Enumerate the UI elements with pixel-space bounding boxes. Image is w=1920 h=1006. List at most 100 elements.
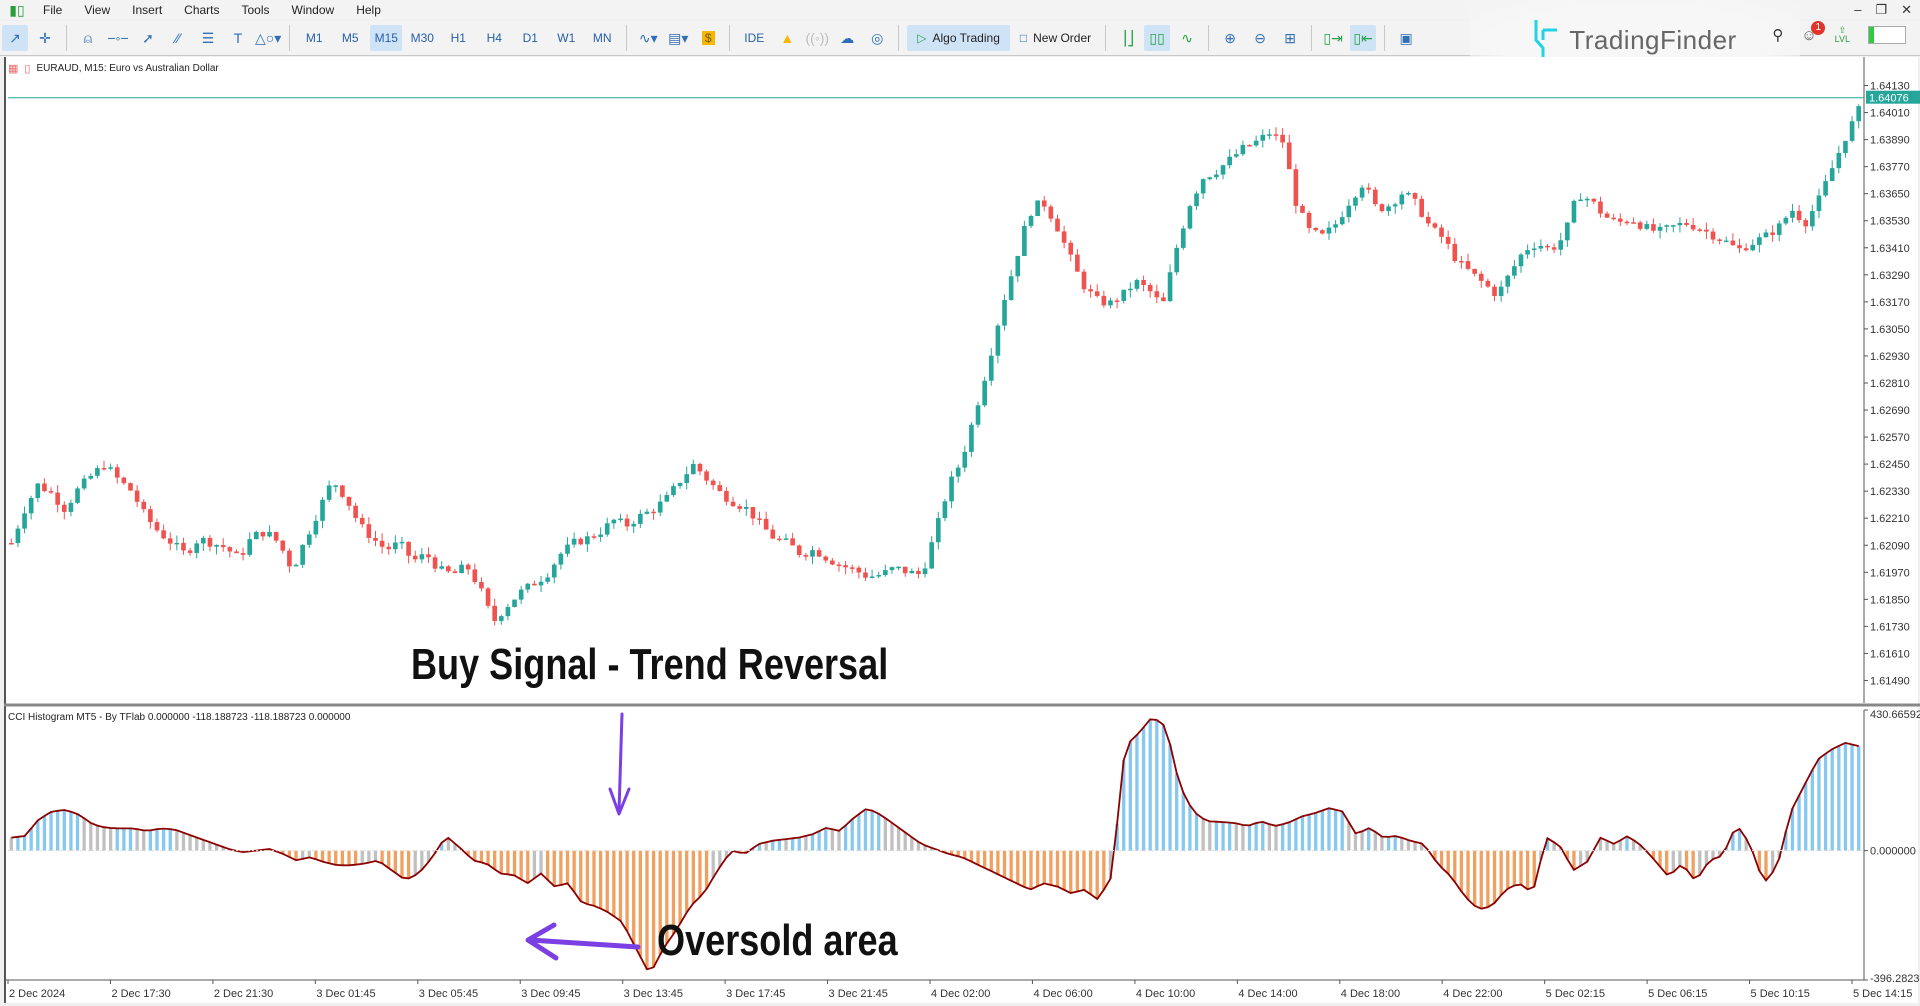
- candle-body: [1406, 193, 1411, 195]
- candle-body: [790, 538, 795, 546]
- candle-body: [465, 564, 471, 570]
- candle-body: [1267, 134, 1272, 136]
- time-tick-label: 5 Dec 06:15: [1648, 988, 1707, 1000]
- candle-body: [446, 566, 451, 572]
- candle-body: [836, 564, 842, 567]
- candle-body: [1015, 255, 1021, 277]
- candle-body: [1233, 154, 1239, 157]
- candle-body: [1770, 232, 1775, 235]
- candle-body: [432, 557, 438, 569]
- candle-body: [1776, 223, 1782, 235]
- candle-body: [565, 544, 570, 554]
- candle-body: [459, 564, 464, 574]
- candle-body: [128, 483, 133, 491]
- candle-body: [1843, 140, 1848, 153]
- candle-body: [1128, 288, 1133, 291]
- candle-body: [657, 501, 663, 513]
- candle-body: [1300, 205, 1305, 213]
- time-tick-label: 4 Dec 18:00: [1341, 988, 1400, 1000]
- price-tick-label: 1.62570: [1870, 432, 1910, 444]
- candle-body: [167, 538, 173, 544]
- candle-body: [604, 523, 610, 535]
- candle-body: [1333, 224, 1338, 228]
- candle-body: [644, 511, 650, 514]
- oversold-arrow-shaft: [527, 937, 641, 950]
- candle-body: [121, 477, 127, 484]
- candle-body: [598, 534, 603, 537]
- candle-body: [1670, 225, 1676, 227]
- buy-signal-arrow-shaft: [617, 712, 624, 814]
- candle-body: [578, 538, 584, 545]
- price-tick-label: 1.63290: [1870, 270, 1910, 282]
- candle-body: [1147, 284, 1153, 292]
- candle-body: [174, 542, 180, 545]
- candle-body: [68, 502, 74, 512]
- buy-signal-annotation: Buy Signal - Trend Reversal: [411, 640, 889, 689]
- candle-body: [42, 483, 47, 492]
- candle-body: [472, 569, 478, 582]
- candle-body: [1247, 144, 1252, 147]
- candle-body: [134, 490, 140, 502]
- candle-body: [1644, 224, 1650, 229]
- candle-body: [326, 485, 332, 500]
- candle-body: [730, 501, 736, 507]
- candle-body: [1518, 254, 1524, 267]
- candle-body: [1339, 217, 1345, 225]
- time-tick-label: 4 Dec 02:00: [931, 988, 990, 1000]
- candle-body: [161, 530, 166, 539]
- candle-body: [1174, 247, 1179, 273]
- indicator-axis: 430.665921 0.000000 -396.28230: [1863, 709, 1920, 985]
- time-tick-label: 3 Dec 05:45: [419, 988, 478, 1000]
- candle-body: [75, 488, 80, 503]
- candle-body: [452, 571, 458, 574]
- time-tick-label: 3 Dec 21:45: [829, 988, 888, 1000]
- candle-body: [1286, 142, 1292, 170]
- candle-body: [1373, 189, 1378, 205]
- candle-body: [1260, 134, 1266, 141]
- candle-body: [1624, 221, 1630, 224]
- candle-body: [988, 355, 994, 381]
- candle-body: [710, 480, 716, 486]
- candle-body: [273, 532, 279, 541]
- candle-body: [869, 576, 875, 578]
- candle-body: [247, 539, 252, 555]
- candle-body: [525, 583, 531, 590]
- candle-body: [803, 554, 809, 557]
- price-tick-label: 1.63410: [1870, 243, 1910, 255]
- candle-body: [1379, 204, 1385, 212]
- cci-histogram: [8, 718, 1864, 971]
- candle-body: [1439, 227, 1444, 237]
- chart-canvas[interactable]: 1.641301.640101.638901.637701.636501.635…: [0, 0, 1920, 1006]
- candle-body: [545, 577, 550, 582]
- candle-body: [883, 570, 888, 576]
- time-axis: 2 Dec 2024 2 Dec 17:30 2 Dec 21:30 3 Dec 01…: [4, 979, 1912, 1000]
- candle-body: [1829, 168, 1835, 182]
- candle-body: [1750, 244, 1756, 251]
- candle-body: [558, 553, 564, 565]
- time-tick-label: 3 Dec 13:45: [624, 988, 683, 1000]
- candle-body: [346, 496, 352, 506]
- price-tick-label: 1.61970: [1870, 567, 1910, 579]
- candle-body: [393, 542, 398, 550]
- candle-body: [743, 507, 749, 509]
- time-tick-label: 5 Dec 10:15: [1751, 988, 1810, 1000]
- candle-body: [1757, 237, 1762, 245]
- candle-body: [22, 513, 27, 529]
- candle-body: [1280, 134, 1285, 143]
- candle-body: [439, 566, 445, 569]
- candle-body: [1631, 222, 1636, 224]
- candle-body: [896, 566, 901, 569]
- candle-body: [929, 542, 935, 569]
- price-tick-label: 1.62930: [1870, 351, 1910, 363]
- time-tick-label: 4 Dec 22:00: [1443, 988, 1502, 1000]
- candle-body: [1253, 140, 1259, 146]
- candle-body: [207, 537, 213, 547]
- candle-body: [181, 542, 186, 551]
- candle-body: [1022, 225, 1027, 256]
- candle-body: [916, 570, 921, 575]
- candle-body: [955, 467, 961, 477]
- candle-body: [1677, 222, 1683, 226]
- time-tick-label: 2 Dec 2024: [9, 988, 65, 1000]
- price-tick-label: 1.63050: [1870, 324, 1910, 336]
- candle-body: [823, 556, 829, 561]
